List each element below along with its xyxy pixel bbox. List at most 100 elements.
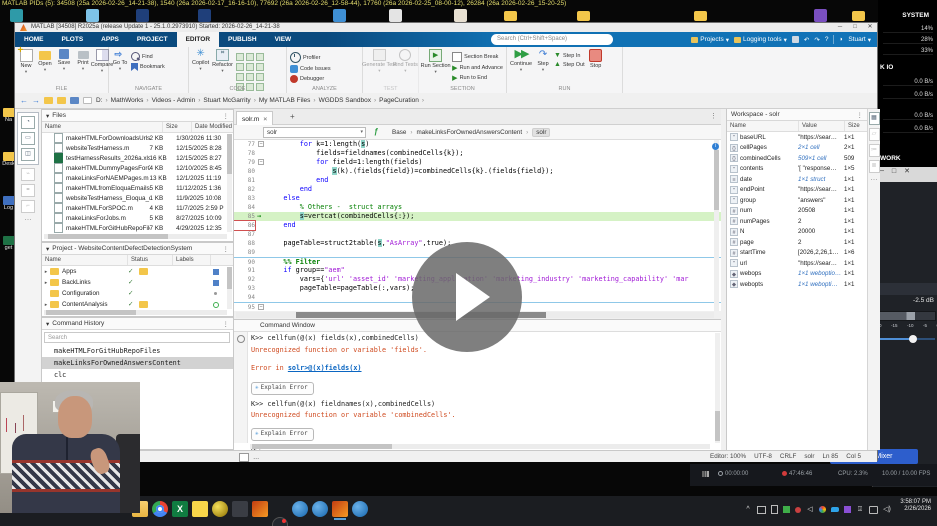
files-vscrollbar[interactable] — [227, 134, 232, 232]
collapse-icon[interactable]: ▾ — [46, 112, 49, 120]
battery-tray-icon[interactable] — [771, 505, 778, 514]
sidebar-more-icon[interactable]: ⋯ — [868, 176, 880, 184]
workspace-tool-icon[interactable]: ▦ — [869, 112, 880, 125]
editor-menu-icon[interactable]: ⋮ — [710, 112, 717, 120]
share-tool-icon[interactable]: ⌁ — [21, 168, 35, 181]
taskbar-icon-excel[interactable]: X — [172, 501, 188, 517]
toolstrip-tab-publish[interactable]: PUBLISH — [219, 32, 266, 47]
workspace-variable-row[interactable]: "group"answers"1×1 — [727, 195, 867, 206]
desktop-shortcut-icon-recycle-bin[interactable] — [86, 9, 99, 22]
editor-messages-indicator-icon[interactable]: i — [712, 143, 719, 150]
notifications-bell-icon[interactable]: ◗ — [839, 36, 843, 43]
project-row[interactable]: ▸ContentAnalysis✓ — [42, 299, 233, 310]
back-icon[interactable]: ← — [20, 96, 28, 105]
line-number[interactable]: 77 — [234, 140, 255, 149]
function-selector-dropdown[interactable]: solr▾ — [263, 127, 366, 138]
file-row[interactable]: makeLinksForNAEMPages.m13 KB12/1/2025 11… — [42, 173, 233, 183]
breadcrumb-item[interactable]: D: — [96, 97, 103, 104]
file-row[interactable]: makeLinksForJobs.m5 KB8/27/2025 10:09 — [42, 213, 233, 223]
user-menu[interactable]: Stuart▾ — [848, 36, 871, 44]
save-path-icon[interactable] — [70, 97, 79, 104]
ribbon-button-run-to-end[interactable]: ▶Run to End — [452, 74, 503, 82]
collapse-icon[interactable]: ▾ — [46, 245, 49, 253]
ribbon-button-compare[interactable]: Compare▾ — [94, 49, 110, 75]
file-row[interactable]: makeHTMLForSPOC.m4 KB11/7/2025 2:59 P — [42, 203, 233, 213]
workspace-variable-row[interactable]: ◆webopts1×1 webopti…1×1 — [727, 279, 867, 290]
toolstrip-tab-plots[interactable]: PLOTS — [53, 32, 93, 47]
crumb-caller[interactable]: makeLinksForOwnedAnswersContent — [416, 129, 522, 136]
speaker-tray-icon[interactable]: ◁) — [883, 506, 891, 514]
desktop-shortcut-icon-media-purple[interactable] — [814, 9, 827, 22]
line-number[interactable]: 87 — [234, 230, 255, 239]
workspace-variable-row[interactable]: {}cellPages2×1 cell2×1 — [727, 143, 867, 154]
history-panel-icon[interactable]: ◔ — [21, 116, 35, 129]
ribbon-button-copilot[interactable]: ✳Copilot▾ — [192, 49, 209, 91]
ribbon-button-profiler[interactable]: Profiler — [290, 52, 331, 63]
desktop-shortcut-icon-folder[interactable] — [694, 11, 707, 21]
history-item[interactable]: clc — [42, 369, 233, 381]
ribbon-button-run-section[interactable]: ▶Run Section▾ — [422, 49, 449, 82]
browser-tray-icon[interactable] — [819, 506, 826, 513]
line-number[interactable]: 94 — [234, 293, 255, 302]
ribbon-button-section-break[interactable]: Section Break — [452, 52, 503, 62]
taskbar-clock[interactable]: 3:58:07 PM 2/26/2026 — [900, 499, 931, 513]
save-layout-icon[interactable] — [792, 36, 799, 43]
history-item[interactable]: makeHTMLForGitHubRepoFiles — [42, 345, 233, 357]
line-number[interactable]: 81 — [234, 176, 255, 185]
desktop-shortcut-icon-folder[interactable] — [504, 11, 517, 21]
minimize-button[interactable]: ─ — [833, 23, 847, 32]
file-row[interactable]: testHarnessResults_2026a.xlsx16 KB12/15/… — [42, 153, 233, 163]
ribbon-button-continue[interactable]: ▶▶Continue▾ — [510, 49, 532, 73]
taskbar-icon-matlab[interactable] — [252, 501, 268, 517]
obs-close-button[interactable]: ✕ — [904, 168, 910, 175]
workspace-column-headers[interactable]: Name Value Size — [727, 121, 867, 132]
line-number[interactable]: 93 — [234, 284, 255, 293]
project-row[interactable]: ▸BackLinks✓ — [42, 277, 233, 288]
chat-tray-icon[interactable] — [869, 506, 878, 514]
toolstrip-tab-editor[interactable]: EDITOR — [177, 32, 219, 47]
help-icon[interactable]: ? — [825, 36, 829, 43]
history-item[interactable]: makeLinksForOwnedAnswersContent — [42, 357, 233, 369]
ribbon-button-step[interactable]: ↷Step▾ — [535, 49, 551, 73]
ribbon-button-step-in[interactable]: ▼Step In — [554, 52, 585, 59]
plots-tool-icon[interactable]: ▱ — [869, 128, 880, 141]
desktop-shortcut-icon-app-blue[interactable] — [333, 9, 346, 22]
taskbar-icon-matlab-running[interactable] — [332, 501, 348, 517]
sidebar-more-icon[interactable]: ⋯ — [15, 216, 41, 224]
slider-handle-icon[interactable] — [909, 335, 917, 343]
file-row[interactable]: makeHTMLForDownloadsUrls.m2 KB1/30/2026 … — [42, 133, 233, 143]
ribbon-button-find[interactable]: Find — [131, 52, 165, 61]
breadcrumb-item[interactable]: Stuart McGarrity — [203, 97, 250, 104]
undo-icon[interactable]: ↶ — [804, 36, 809, 44]
ribbon-button-find-tests[interactable]: Find Tests▾ — [396, 49, 415, 74]
files-hscrollbar[interactable] — [44, 234, 227, 239]
close-button[interactable]: ✕ — [863, 23, 877, 32]
logging-tools-menu[interactable]: Logging tools▾ — [734, 36, 787, 44]
file-row[interactable]: websiteTestHarness_Eloqua_qu…1 KB11/9/20… — [42, 193, 233, 203]
community-tool-icon[interactable]: ⚭ — [21, 184, 35, 197]
editor-tab-solr[interactable]: solr.m× — [236, 111, 273, 126]
taskbar-icon-sticky-notes[interactable] — [192, 501, 208, 517]
editor-vscrollbar[interactable] — [714, 140, 719, 311]
breadcrumb-item[interactable]: Videos - Admin — [152, 97, 196, 104]
obs-maximize-button[interactable]: □ — [892, 168, 896, 175]
expander-icon[interactable]: ▸ — [42, 269, 50, 275]
file-row[interactable]: makeHTMLfromEloquaEmails.m5 KB11/12/2025… — [42, 183, 233, 193]
project-column-headers[interactable]: Name Status Labels — [42, 255, 233, 266]
obs-volume-slider[interactable] — [876, 335, 935, 343]
search-icon[interactable] — [237, 335, 245, 343]
files-panel-icon[interactable]: ▭ — [21, 132, 35, 145]
tray-expand-icon[interactable]: ^ — [744, 506, 752, 514]
taskbar-icon-chrome[interactable] — [152, 501, 168, 517]
workspace-variable-row[interactable]: #num205081×1 — [727, 206, 867, 217]
line-number[interactable]: 91 — [234, 266, 255, 275]
toolstrip-tab-project[interactable]: PROJECT — [128, 32, 177, 47]
app2-tray-icon[interactable] — [844, 506, 851, 513]
close-tab-icon[interactable]: × — [263, 116, 267, 123]
ribbon-button-generate-test[interactable]: Generate Test▾ — [366, 49, 393, 74]
workspace-variable-row[interactable]: #startTime[2026,2,26,1…1×6 — [727, 248, 867, 259]
cmd-vscrollbar[interactable] — [715, 333, 720, 443]
explain-error-button[interactable]: ✳Explain Error — [251, 428, 314, 441]
new-tab-button[interactable]: + — [290, 112, 295, 121]
cmd-hscrollbar[interactable] — [250, 444, 710, 449]
